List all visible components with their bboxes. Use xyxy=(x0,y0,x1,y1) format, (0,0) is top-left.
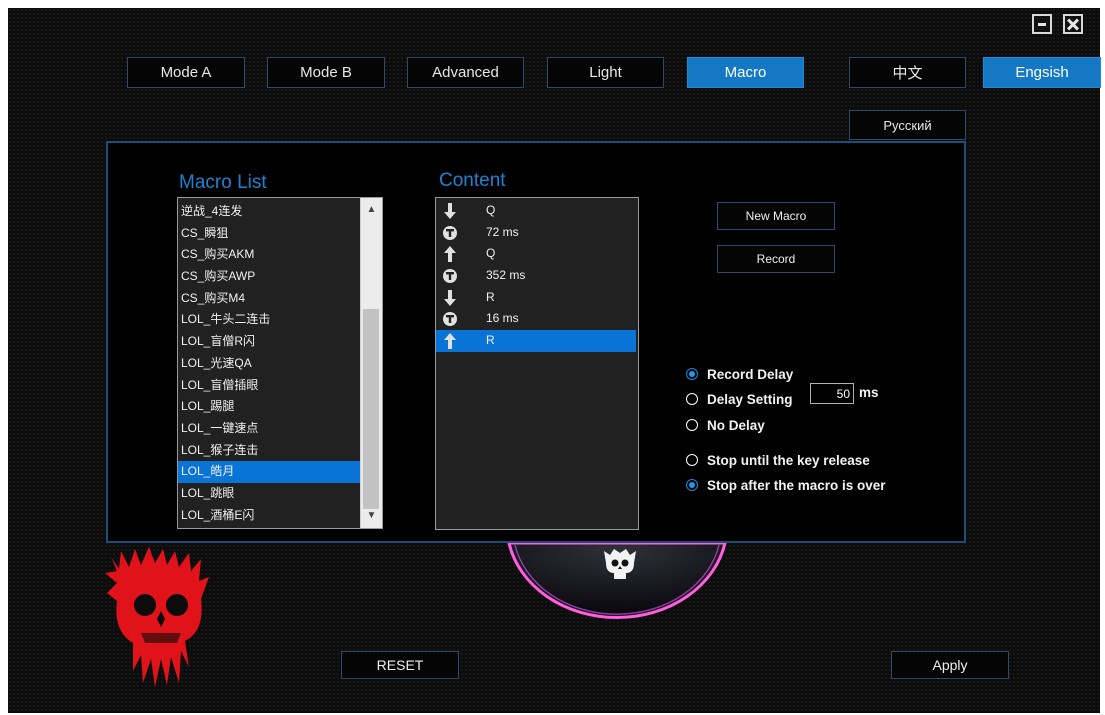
scrollbar-thumb[interactable] xyxy=(363,309,379,509)
macro-list-item[interactable]: LOL_盲僧R闪 xyxy=(178,331,360,353)
timer-icon xyxy=(442,222,458,244)
content-row-text: 352 ms xyxy=(486,268,526,283)
timer-icon xyxy=(442,308,458,330)
content-row-text: 72 ms xyxy=(486,224,519,239)
delay-unit-label: ms xyxy=(859,385,879,400)
no-delay-radio[interactable] xyxy=(686,419,698,431)
reset-button[interactable]: RESET xyxy=(341,651,459,679)
content-row-text: 16 ms xyxy=(486,311,519,326)
content-row-text: R xyxy=(486,289,495,304)
macro-list-item[interactable]: LOL_皓月 xyxy=(178,461,360,483)
tab-macro[interactable]: Macro xyxy=(687,57,804,88)
content-row[interactable]: 16 ms xyxy=(436,308,636,330)
content-row[interactable]: R xyxy=(436,287,636,309)
no-delay-label: No Delay xyxy=(707,417,765,433)
content-row[interactable]: 352 ms xyxy=(436,265,636,287)
macro-list-item[interactable]: LOL_一键速点 xyxy=(178,418,360,440)
macro-list-item[interactable]: LOL_光速QA xyxy=(178,353,360,375)
scroll-down-icon[interactable]: ▼ xyxy=(361,506,382,526)
language-russian-button[interactable]: Русский xyxy=(849,110,966,140)
macro-list-item[interactable]: LOL_踢腿 xyxy=(178,396,360,418)
macro-list-item[interactable]: CS_购买AWP xyxy=(178,266,360,288)
stop-after-macro-radio[interactable] xyxy=(686,479,698,491)
content-heading: Content xyxy=(439,170,506,191)
macro-list-item[interactable]: CS_购买M4 xyxy=(178,288,360,310)
arrow-down-icon xyxy=(442,200,458,222)
language-chinese-button[interactable]: 中文 xyxy=(849,57,966,88)
macro-list-item[interactable]: LOL_跳眼 xyxy=(178,483,360,505)
tab-mode-a[interactable]: Mode A xyxy=(127,57,245,88)
macro-list[interactable]: 逆战_4连发 CS_瞬狙 CS_购买AKM CS_购买AWP CS_购买M4 LOL_牛头… xyxy=(177,197,383,529)
content-rows: Q 72 ms Q 352 ms R 16 ms R xyxy=(436,200,636,352)
content-row-text: R xyxy=(486,333,495,348)
content-row-text: Q xyxy=(486,246,496,261)
stop-after-macro-label: Stop after the macro is over xyxy=(707,477,886,493)
delay-setting-label: Delay Setting xyxy=(707,391,793,407)
stop-until-release-radio[interactable] xyxy=(686,454,698,466)
macro-list-scrollbar[interactable]: ▲ ▼ xyxy=(360,198,382,528)
tab-mode-b[interactable]: Mode B xyxy=(267,57,385,88)
macro-list-item[interactable]: LOL_猴子连击 xyxy=(178,440,360,462)
stop-after-macro-option[interactable]: Stop after the macro is over xyxy=(686,475,886,495)
macro-list-heading: Macro List xyxy=(179,172,267,193)
macro-list-item[interactable]: LOL_酒桶E闪 xyxy=(178,505,360,527)
record-button[interactable]: Record xyxy=(717,245,835,273)
skull-logo xyxy=(105,547,209,687)
stop-until-release-option[interactable]: Stop until the key release xyxy=(686,450,870,470)
timer-icon xyxy=(442,265,458,287)
language-english-button[interactable]: Engsish xyxy=(983,57,1101,88)
record-delay-label: Record Delay xyxy=(707,366,794,382)
content-row[interactable]: Q xyxy=(436,243,636,265)
record-delay-option[interactable]: Record Delay xyxy=(686,364,793,384)
macro-list-item[interactable]: 逆战_4连发 xyxy=(178,201,360,223)
delay-setting-option[interactable]: Delay Setting xyxy=(686,389,793,409)
macro-list-items: 逆战_4连发 CS_瞬狙 CS_购买AKM CS_购买AWP CS_购买M4 LOL_牛头… xyxy=(178,201,360,526)
delay-value-input[interactable] xyxy=(810,383,854,404)
tab-light[interactable]: Light xyxy=(547,57,664,88)
apply-button[interactable]: Apply xyxy=(891,651,1009,679)
content-row[interactable]: R xyxy=(436,330,636,352)
arrow-up-icon xyxy=(442,330,458,352)
minimize-icon[interactable] xyxy=(1032,14,1052,34)
arrow-down-icon xyxy=(442,287,458,309)
no-delay-option[interactable]: No Delay xyxy=(686,415,765,435)
content-row[interactable]: Q xyxy=(436,200,636,222)
macro-list-item[interactable]: LOL_牛头二连击 xyxy=(178,309,360,331)
small-skull-icon xyxy=(604,549,636,579)
macro-list-item[interactable]: LOL_盲僧插眼 xyxy=(178,375,360,397)
macro-list-item[interactable]: CS_瞬狙 xyxy=(178,223,360,245)
scroll-up-icon[interactable]: ▲ xyxy=(361,200,382,220)
delay-setting-radio[interactable] xyxy=(686,393,698,405)
content-row[interactable]: 72 ms xyxy=(436,222,636,244)
new-macro-button[interactable]: New Macro xyxy=(717,202,835,230)
stop-until-release-label: Stop until the key release xyxy=(707,452,870,468)
content-row-text: Q xyxy=(486,203,496,217)
arrow-up-icon xyxy=(442,243,458,265)
macro-content-list[interactable]: Q 72 ms Q 352 ms R 16 ms R xyxy=(435,197,639,530)
macro-list-item[interactable]: CS_购买AKM xyxy=(178,244,360,266)
record-delay-radio[interactable] xyxy=(686,368,698,380)
tab-advanced[interactable]: Advanced xyxy=(407,57,524,88)
close-icon[interactable] xyxy=(1063,14,1083,34)
